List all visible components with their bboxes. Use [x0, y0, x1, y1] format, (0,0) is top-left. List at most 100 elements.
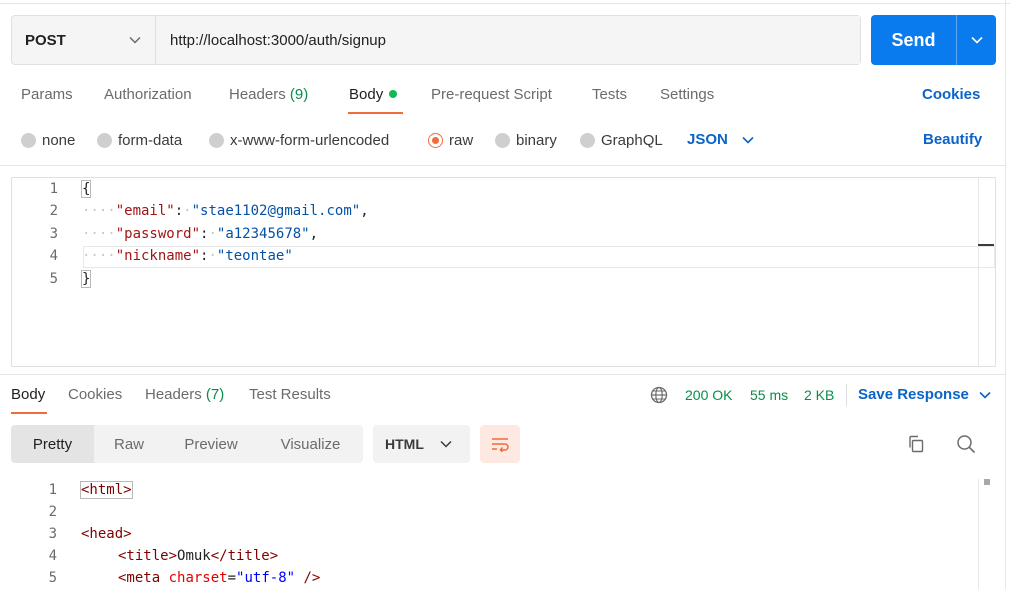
code-line: 4 ····"nickname":·"teontae" — [12, 245, 995, 267]
radio-x-www-form-urlencoded[interactable]: x-www-form-urlencoded — [209, 132, 389, 149]
beautify-button[interactable]: Beautify — [923, 131, 982, 148]
radio-raw[interactable]: raw — [428, 132, 473, 149]
tab-settings[interactable]: Settings — [660, 86, 714, 103]
cookies-link[interactable]: Cookies — [922, 86, 980, 103]
response-tab-test-results[interactable]: Test Results — [249, 386, 331, 403]
code-text: <meta charset="utf-8" /> — [118, 567, 320, 589]
radio-binary[interactable]: binary — [495, 132, 557, 149]
tab-label: Settings — [660, 86, 715, 103]
code-text: ····"password":·"a12345678", — [82, 226, 319, 242]
request-bar: POST http://localhost:3000/auth/signup — [11, 15, 861, 65]
view-pretty-button[interactable]: Pretty — [11, 425, 94, 463]
response-scrollbar-thumb[interactable] — [984, 479, 990, 485]
radio-dot — [495, 133, 510, 148]
url-text: http://localhost:3000/auth/signup — [170, 31, 386, 49]
active-response-tab-underline — [11, 412, 47, 414]
method-select[interactable]: POST — [12, 16, 156, 64]
radio-dot — [97, 133, 112, 148]
wrap-text-icon — [492, 438, 509, 452]
code-text: <head> — [81, 523, 132, 545]
meta-end: /> — [295, 570, 321, 586]
tab-tests[interactable]: Tests — [592, 86, 627, 103]
response-format-select[interactable]: HTML — [373, 425, 470, 463]
window-top-edge — [0, 0, 1010, 4]
chevron-down-icon — [129, 36, 141, 44]
line-number: 4 — [48, 548, 57, 564]
meta-eq: = — [227, 570, 237, 586]
radio-label: form-data — [118, 132, 183, 149]
code-line: 3 ····"password":·"a12345678", — [12, 223, 995, 245]
tab-pre-request-script[interactable]: Pre-request Script — [431, 86, 552, 103]
radio-label: binary — [516, 132, 557, 149]
response-time[interactable]: 55 ms — [750, 387, 788, 403]
window-right-edge — [1005, 0, 1006, 589]
search-button[interactable] — [954, 432, 978, 456]
code-text: ····"nickname":·"teontae" — [82, 248, 293, 264]
json-key: "nickname" — [115, 248, 201, 264]
tab-label: Tests — [592, 86, 628, 103]
scrollbar-cursor-marker — [978, 244, 994, 246]
response-scrollbar[interactable] — [978, 479, 979, 589]
tab-params[interactable]: Params — [21, 86, 73, 103]
open-brace: { — [80, 180, 92, 198]
json-comma: , — [360, 203, 369, 219]
copy-button[interactable] — [904, 432, 928, 456]
wrap-lines-button[interactable] — [480, 425, 520, 463]
tab-label: Authorization — [104, 86, 192, 103]
request-body-editor[interactable]: 1 { 2 ····"email":·"stae1102@gmail.com",… — [11, 177, 996, 367]
raw-format-select[interactable]: JSON — [687, 131, 754, 148]
line-number: 2 — [48, 504, 57, 520]
tab-body[interactable]: Body — [349, 86, 398, 103]
line-number: 5 — [49, 271, 58, 287]
radio-graphql[interactable]: GraphQL — [580, 132, 663, 149]
send-button[interactable]: Send — [871, 15, 956, 65]
line-number: 5 — [48, 570, 57, 586]
headers-count: (9) — [289, 86, 309, 103]
response-tab-headers[interactable]: Headers (7) — [145, 386, 224, 403]
chevron-down-icon — [742, 136, 754, 144]
save-response-button[interactable]: Save Response — [858, 386, 991, 403]
code-text: <html> — [80, 479, 133, 501]
code-line: 5 } — [12, 268, 995, 290]
meta-attr: charset — [168, 570, 228, 586]
tab-label: Body — [11, 386, 46, 403]
response-headers-count: (7) — [205, 386, 225, 403]
line-number: 1 — [48, 482, 57, 498]
radio-label: x-www-form-urlencoded — [230, 132, 390, 149]
raw-format-label: JSON — [687, 131, 728, 148]
chevron-down-icon — [440, 440, 452, 448]
response-size[interactable]: 2 KB — [804, 387, 834, 403]
view-preview-button[interactable]: Preview — [164, 425, 258, 463]
view-raw-button[interactable]: Raw — [94, 425, 164, 463]
status-code[interactable]: 200 OK — [685, 387, 732, 403]
code-text: ····"email":·"stae1102@gmail.com", — [82, 203, 369, 219]
editor-scrollbar[interactable] — [978, 178, 979, 366]
close-brace: } — [80, 270, 92, 288]
html-tag: <html> — [80, 481, 133, 499]
title-close-tag: </title> — [210, 548, 279, 564]
radio-form-data[interactable]: form-data — [97, 132, 182, 149]
json-value: "teontae" — [216, 248, 293, 264]
response-body-viewer[interactable]: 1 <html> 2 3 <head> 4 <title>Omuk</title… — [0, 479, 1000, 589]
tab-label: Pre-request Script — [431, 86, 552, 103]
title-open-tag: <title> — [118, 548, 178, 564]
tab-authorization[interactable]: Authorization — [104, 86, 192, 103]
code-line: 1 <html> — [0, 479, 980, 501]
active-tab-underline — [348, 112, 403, 114]
radio-none[interactable]: none — [21, 132, 75, 149]
code-line: 1 { — [12, 178, 995, 200]
radio-label: GraphQL — [601, 132, 663, 149]
tab-label: Cookies — [68, 386, 123, 403]
tab-label: Body — [349, 86, 384, 103]
radio-dot — [580, 133, 595, 148]
response-tab-cookies[interactable]: Cookies — [68, 386, 122, 403]
send-options-button[interactable] — [957, 15, 996, 65]
view-visualize-button[interactable]: Visualize — [258, 425, 363, 463]
tab-headers[interactable]: Headers (9) — [229, 86, 308, 103]
url-input[interactable]: http://localhost:3000/auth/signup — [156, 16, 860, 64]
code-text: } — [80, 268, 92, 290]
globe-icon[interactable] — [650, 386, 668, 404]
response-tab-body[interactable]: Body — [11, 386, 45, 403]
tab-label: Headers — [145, 386, 202, 403]
radio-dot-selected — [428, 133, 443, 148]
